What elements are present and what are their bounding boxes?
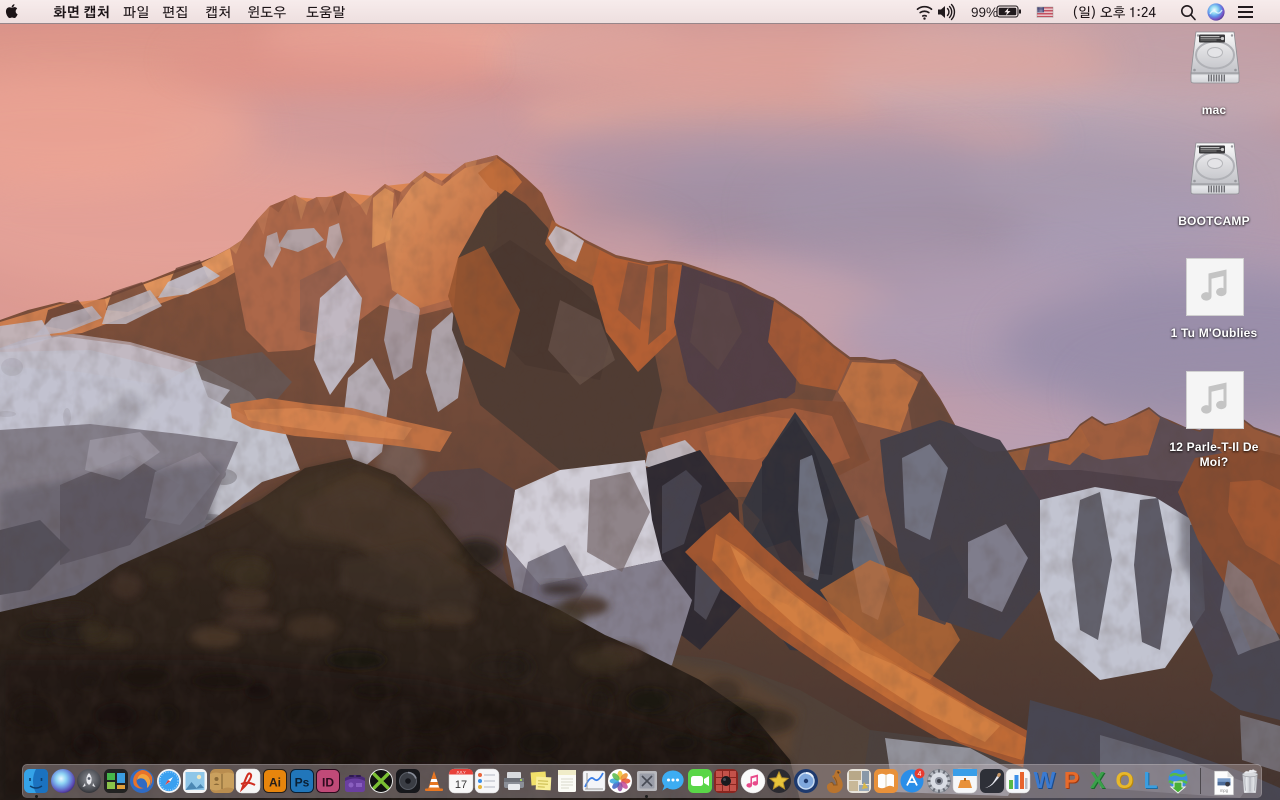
- svg-text:99%: 99%: [971, 5, 998, 20]
- svg-text:O: O: [1115, 768, 1133, 793]
- svg-text:ID: ID: [322, 776, 334, 790]
- svg-text:4: 4: [918, 771, 922, 778]
- svg-text:JULY: JULY: [456, 769, 466, 774]
- svg-text:P: P: [1063, 768, 1078, 793]
- svg-text:W: W: [1034, 768, 1056, 793]
- svg-text:X: X: [1090, 768, 1106, 793]
- svg-text:17: 17: [455, 779, 467, 791]
- svg-text:mpg: mpg: [1220, 788, 1229, 793]
- svg-text:L: L: [1144, 768, 1158, 793]
- svg-text:Ai: Ai: [269, 776, 281, 790]
- svg-text:Ps: Ps: [294, 776, 309, 790]
